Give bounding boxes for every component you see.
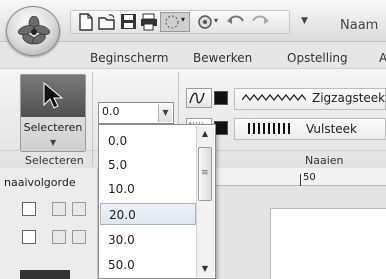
dropdown-option[interactable]: 30.0: [100, 229, 196, 251]
panel-tool-icon[interactable]: [22, 230, 36, 244]
panel-tool-icon[interactable]: [22, 202, 36, 216]
sewing-order-title: naaivolgorde: [4, 176, 76, 189]
app-logo-icon: [17, 16, 51, 45]
customize-qat-icon[interactable]: ▼: [301, 16, 308, 26]
chevron-down-icon[interactable]: ▼: [158, 104, 172, 122]
realistic-view-icon[interactable]: [196, 13, 214, 31]
panel-tool-icon[interactable]: [52, 230, 66, 244]
stitch-preview-button[interactable]: ▾: [160, 12, 190, 32]
tab-overflow[interactable]: A: [379, 51, 386, 65]
scroll-up-arrow-icon[interactable]: ▲: [197, 126, 213, 142]
tab-beginscherm[interactable]: Beginscherm: [90, 51, 168, 65]
chevron-down-icon[interactable]: ▾: [214, 16, 218, 25]
redo-icon[interactable]: [250, 13, 269, 31]
thread-preview-bar: [20, 270, 70, 279]
design-page[interactable]: [270, 208, 386, 279]
cursor-arrow-icon: [43, 81, 64, 109]
line-stitch-label: Zigzagsteek: [312, 91, 386, 105]
dropdown-option[interactable]: 10.0: [100, 178, 196, 200]
tab-bewerken[interactable]: Bewerken: [193, 51, 252, 65]
line-stitch-button[interactable]: [186, 88, 212, 108]
save-icon[interactable]: [120, 13, 138, 31]
dropdown-option[interactable]: 5.0: [100, 154, 196, 176]
region-stitch-label: Vulsteek: [306, 122, 358, 136]
stitch-group-label: Naaien: [305, 154, 344, 167]
dropdown-option-selected[interactable]: 20.0: [100, 203, 196, 225]
undo-icon[interactable]: [226, 13, 244, 31]
dropdown-option[interactable]: 50.0: [100, 254, 196, 276]
curve-line-icon: [189, 92, 205, 104]
chevron-down-icon: ▾: [181, 15, 186, 24]
zigzag-stitch-icon: [242, 94, 306, 101]
grip-icon: ≡: [201, 168, 209, 178]
application-button[interactable]: [6, 6, 60, 56]
stitch-width-value: 0.0: [102, 105, 120, 118]
panel-tool-icon[interactable]: [52, 202, 66, 216]
chevron-down-icon[interactable]: ▼: [50, 138, 56, 147]
region-color-swatch[interactable]: [214, 121, 228, 135]
panel-tool-icon[interactable]: [72, 230, 86, 244]
print-icon[interactable]: [140, 13, 158, 31]
new-file-icon[interactable]: [78, 13, 96, 31]
open-folder-icon[interactable]: [98, 13, 116, 31]
group-divider: [92, 72, 93, 166]
scroll-down-arrow-icon[interactable]: ▼: [197, 261, 213, 277]
select-button-label: Selecteren: [23, 121, 83, 134]
select-group-label: Selecteren: [25, 154, 84, 167]
line-color-swatch[interactable]: [214, 91, 228, 105]
tab-opstelling[interactable]: Opstelling: [287, 51, 348, 65]
ruler-tick: [300, 174, 301, 186]
ruler-label: 50: [303, 172, 316, 183]
panel-tool-icon[interactable]: [72, 202, 86, 216]
window-title: Naam: [340, 18, 379, 33]
dropdown-option[interactable]: 0.0: [100, 130, 196, 152]
fill-stitch-icon: [248, 123, 290, 134]
